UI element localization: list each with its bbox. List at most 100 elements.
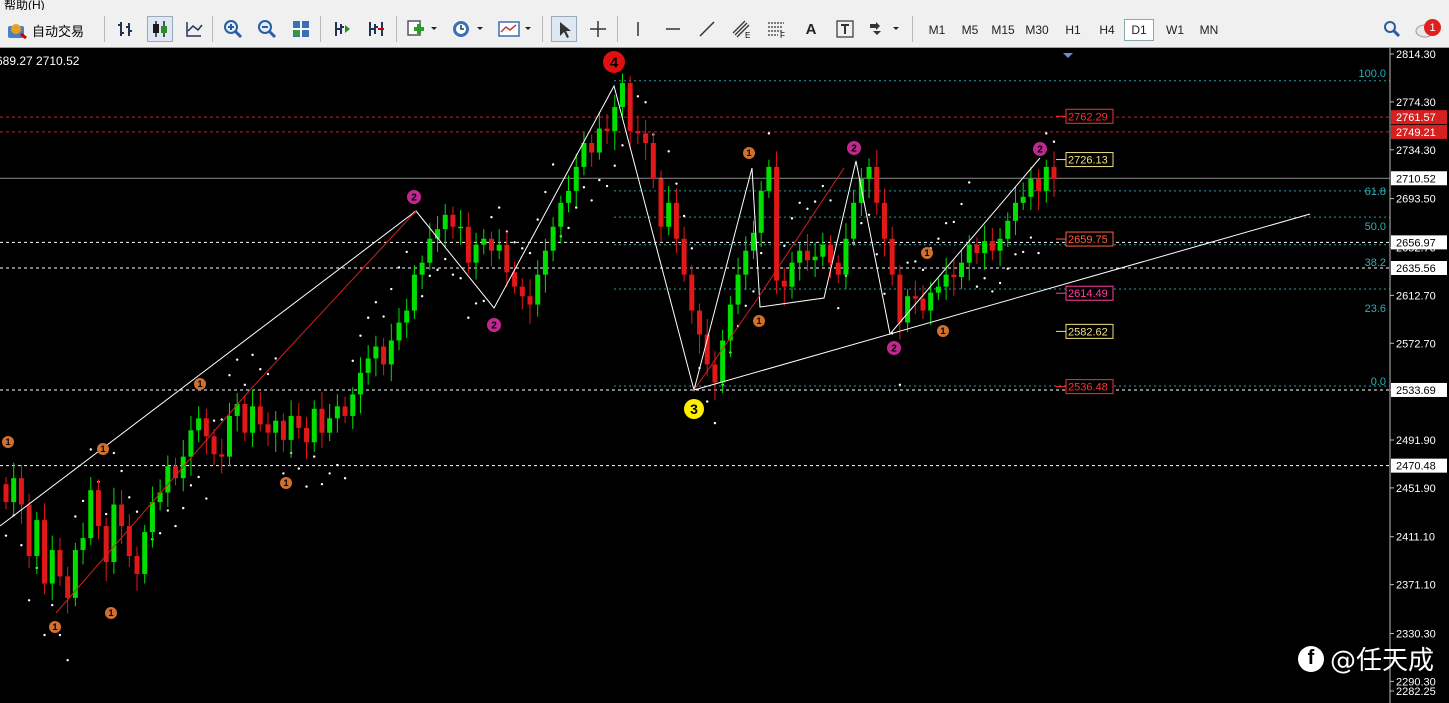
sar-dot <box>451 273 455 276</box>
sar-dot <box>605 184 609 188</box>
wave-label-text: 1 <box>108 608 113 618</box>
sar-dot <box>166 509 170 512</box>
sar-dot <box>613 164 616 167</box>
auto-scroll-button[interactable] <box>330 16 354 42</box>
bar-chart-button[interactable] <box>114 16 138 42</box>
sar-dot <box>351 359 354 363</box>
zoom-out-button[interactable] <box>255 16 279 42</box>
candle-body <box>982 241 988 254</box>
price-chart[interactable]: 4 3 2 2 2 2 2 1 1 1 1 1 1 1 1 1 1 2762.29 2726.13 2659.75 2… <box>0 48 1449 703</box>
sar-dot <box>374 300 378 304</box>
price-box-label: 2762.29 <box>1068 111 1108 123</box>
candle-body <box>820 244 826 257</box>
sar-dot <box>759 251 763 255</box>
indicators-icon <box>407 20 437 36</box>
candle-body <box>881 202 887 239</box>
candle-body <box>226 415 232 457</box>
candle-body <box>581 142 587 167</box>
help-menu[interactable]: 帮助(H) <box>4 0 45 10</box>
candle-body <box>566 190 572 203</box>
timeframe-m30-button[interactable]: M30 <box>1022 19 1052 41</box>
candle-body <box>203 418 209 437</box>
sar-dot <box>690 247 694 250</box>
candle-body <box>974 244 980 254</box>
text-label-button[interactable] <box>833 16 857 42</box>
line-chart-button[interactable] <box>182 16 206 42</box>
axis-tick-label: 2330.30 <box>1396 628 1436 640</box>
candle-body <box>396 322 402 341</box>
candle-body <box>905 296 911 323</box>
horizontal-line-button[interactable] <box>661 16 685 42</box>
indicators-button[interactable] <box>404 16 440 42</box>
sar-dot <box>220 418 223 421</box>
candle-body <box>596 128 602 153</box>
sar-dot <box>575 206 578 209</box>
timeframe-m15-button[interactable]: M15 <box>988 19 1018 41</box>
trendline-button[interactable] <box>695 16 719 42</box>
axis-tick-label: 2814.30 <box>1396 49 1436 61</box>
arrow-shapes-icon <box>870 22 899 35</box>
sar-dot <box>790 217 794 220</box>
sar-dot <box>921 268 925 272</box>
candle-body <box>234 403 240 416</box>
timeframe-d1-button[interactable]: D1 <box>1124 19 1154 41</box>
zoom-in-button[interactable] <box>221 16 245 42</box>
chart-shift-icon <box>369 22 384 36</box>
sar-dot <box>975 285 979 288</box>
candle-body <box>450 214 456 227</box>
sar-dot <box>1006 267 1009 270</box>
timeframe-h4-button[interactable]: H4 <box>1092 19 1122 41</box>
axis-price-tag-label: 2749.21 <box>1396 127 1436 139</box>
auto-trade-button[interactable]: 自动交易 <box>6 20 84 40</box>
cursor-button[interactable] <box>551 16 577 42</box>
crosshair-button[interactable] <box>586 16 610 42</box>
fibonacci-button[interactable]: F <box>764 16 790 42</box>
timeframe-mn-button[interactable]: MN <box>1194 19 1224 41</box>
sar-dot <box>128 496 131 499</box>
sar-dot <box>983 277 986 280</box>
chart-shift-button[interactable] <box>364 16 388 42</box>
ohlc-readout: 689.27 2710.52 <box>0 54 80 68</box>
text-tool-button[interactable]: A <box>799 16 823 42</box>
search-icon <box>1384 21 1401 38</box>
timeframe-m5-button[interactable]: M5 <box>955 19 985 41</box>
wave-label-text: 1 <box>756 316 761 326</box>
sar-dot <box>821 184 825 188</box>
sar-dot <box>497 206 501 209</box>
tile-windows-button[interactable] <box>289 16 313 42</box>
wave-label-text: 1 <box>940 326 945 336</box>
equidistant-channel-button[interactable]: E <box>729 16 755 42</box>
timeframe-w1-button[interactable]: W1 <box>1160 19 1190 41</box>
sar-dot <box>490 215 493 219</box>
templates-button[interactable] <box>496 16 536 42</box>
candle-body <box>458 226 464 229</box>
axis-tick-label: 2451.90 <box>1396 483 1436 495</box>
fib-level-label: 100.0 <box>1358 68 1386 80</box>
candle-body <box>365 358 371 373</box>
svg-text:F: F <box>780 31 785 39</box>
candle-body <box>42 520 48 584</box>
axis-tick-label: 2734.30 <box>1396 145 1436 157</box>
candle-body <box>851 202 857 239</box>
sar-dot <box>158 532 162 535</box>
fibonacci-icon: F <box>768 22 785 39</box>
candle-body <box>342 406 348 416</box>
timeframe-h1-button[interactable]: H1 <box>1058 19 1088 41</box>
candle-body <box>558 202 564 227</box>
sar-dot <box>883 292 886 296</box>
periods-button[interactable] <box>448 16 488 42</box>
price-box-label: 2614.49 <box>1068 288 1108 300</box>
wave-label-text: 4 <box>610 54 619 71</box>
candle-body <box>542 250 548 275</box>
axis-tick-label: 2572.70 <box>1396 338 1436 350</box>
sar-dot <box>898 383 902 387</box>
sar-dot <box>174 524 177 528</box>
arrows-button[interactable] <box>866 16 902 42</box>
candlestick-button[interactable] <box>147 16 173 42</box>
candle-body <box>1012 202 1018 221</box>
search-button[interactable] <box>1380 16 1404 42</box>
vertical-line-button[interactable] <box>626 16 650 42</box>
sar-dot <box>667 150 670 153</box>
candle-body <box>1005 220 1011 239</box>
timeframe-m1-button[interactable]: M1 <box>922 19 952 41</box>
